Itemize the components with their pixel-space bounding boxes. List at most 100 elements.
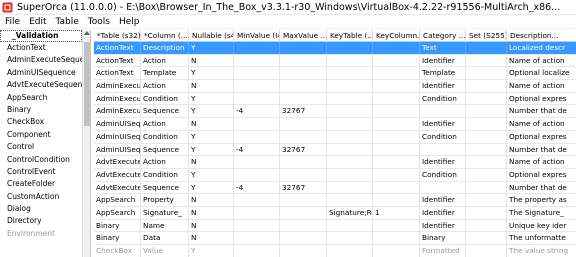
column-header-keycolumn[interactable]: KeyColumn...: [373, 30, 420, 42]
table-cell[interactable]: Y: [189, 92, 234, 105]
table-cell[interactable]: Number that de: [507, 144, 576, 156]
scroll-up-icon[interactable]: [84, 31, 90, 35]
table-cell[interactable]: [280, 54, 327, 67]
table-cell[interactable]: [280, 118, 327, 131]
table-cell[interactable]: Data: [141, 232, 189, 245]
table-cell[interactable]: [280, 206, 327, 219]
table-cell[interactable]: Action: [141, 118, 189, 131]
menu-help[interactable]: Help: [114, 17, 144, 27]
table-cell[interactable]: Condition: [420, 130, 466, 143]
table-cell[interactable]: AdminExecuteS: [94, 80, 141, 93]
table-cell[interactable]: The unformatte: [507, 232, 576, 244]
table-cell[interactable]: Identifier: [420, 194, 466, 207]
table-cell[interactable]: [420, 181, 466, 194]
table-cell[interactable]: Binary: [420, 232, 466, 245]
table-item[interactable]: Control: [0, 141, 82, 153]
column-header-minvalue[interactable]: MinValue (I4): [234, 30, 280, 42]
table-cell[interactable]: AdvtExecuteSe: [94, 181, 141, 194]
table-cell[interactable]: The Signature_: [507, 207, 576, 219]
table-cell[interactable]: Optional localize: [507, 67, 576, 79]
table-cell[interactable]: [466, 194, 507, 207]
table-item[interactable]: Dialog: [0, 203, 82, 215]
table-cell[interactable]: [327, 168, 373, 181]
table-item[interactable]: AdvtExecuteSequence: [0, 79, 82, 91]
table-cell[interactable]: [420, 143, 466, 156]
table-row[interactable]: AdminExecuteSActionN Identifier Name of ac…: [94, 80, 576, 93]
table-cell[interactable]: Formatted: [420, 245, 466, 257]
table-cell[interactable]: [466, 105, 507, 118]
table-cell[interactable]: [373, 245, 420, 257]
table-cell[interactable]: Name: [141, 219, 189, 232]
column-header-table[interactable]: *Table (s32): [94, 30, 141, 42]
table-cell[interactable]: [280, 67, 327, 80]
tables-scrollbar[interactable]: [82, 30, 90, 257]
table-cell[interactable]: Action: [141, 54, 189, 67]
table-row[interactable]: ActionText Description Y Text Localized desc…: [94, 42, 576, 55]
table-cell[interactable]: [280, 130, 327, 143]
table-cell[interactable]: Binary: [94, 232, 141, 245]
table-cell[interactable]: [373, 143, 420, 156]
table-cell[interactable]: [466, 54, 507, 67]
table-cell[interactable]: [327, 80, 373, 93]
table-cell[interactable]: [327, 92, 373, 105]
table-cell[interactable]: Y: [189, 143, 234, 156]
table-cell[interactable]: [373, 54, 420, 67]
table-cell[interactable]: [373, 105, 420, 118]
table-cell[interactable]: [466, 118, 507, 131]
table-item[interactable]: Binary: [0, 104, 82, 116]
table-cell[interactable]: [280, 168, 327, 181]
table-cell[interactable]: Name of action: [507, 80, 576, 92]
table-cell[interactable]: [327, 194, 373, 207]
table-item[interactable]: Component: [0, 129, 82, 141]
table-cell[interactable]: [373, 219, 420, 232]
table-row[interactable]: Binary Name N Identifier Unique key ider: [94, 219, 576, 233]
table-cell[interactable]: [466, 80, 507, 93]
table-cell[interactable]: The property as: [507, 194, 576, 206]
table-cell[interactable]: Y: [189, 105, 234, 118]
table-cell[interactable]: Sequence: [141, 105, 189, 118]
table-cell[interactable]: Y: [189, 130, 234, 143]
table-cell[interactable]: N: [189, 206, 234, 219]
scrollbar-thumb[interactable]: [84, 42, 90, 126]
table-cell[interactable]: 1: [373, 206, 420, 219]
table-cell[interactable]: -4: [234, 105, 280, 118]
table-cell[interactable]: [373, 232, 420, 245]
table-cell[interactable]: Sequence: [141, 181, 189, 194]
table-cell[interactable]: AdminUISequer: [94, 118, 141, 131]
table-item[interactable]: AppSearch: [0, 92, 82, 104]
table-cell[interactable]: Identifier: [420, 206, 466, 219]
column-header-maxvalue[interactable]: MaxValue ...: [280, 30, 327, 42]
table-cell[interactable]: AdvtExecuteSe: [94, 168, 141, 181]
table-row[interactable]: ActionText Template Y Template Optional loca…: [94, 67, 576, 81]
table-cell[interactable]: Condition: [141, 92, 189, 105]
table-cell[interactable]: [234, 156, 280, 169]
table-cell[interactable]: Binary: [94, 219, 141, 232]
table-item[interactable]: Directory: [0, 215, 82, 227]
table-cell[interactable]: [234, 67, 280, 80]
table-cell[interactable]: [234, 80, 280, 93]
table-cell[interactable]: Template: [141, 67, 189, 80]
table-cell[interactable]: Y: [189, 168, 234, 181]
table-row[interactable]: Binary Data N Binary The unformatte: [94, 232, 576, 245]
table-row[interactable]: AdminUISequerSequenceY-432767 Number that…: [94, 143, 576, 157]
table-cell[interactable]: [327, 245, 373, 257]
table-cell[interactable]: [234, 54, 280, 67]
table-row[interactable]: AdminExecuteSConditionYConditionOptional…: [94, 92, 576, 106]
table-cell[interactable]: [280, 92, 327, 105]
table-cell[interactable]: ActionText: [94, 54, 141, 67]
table-cell[interactable]: Identifier: [420, 80, 466, 93]
table-cell[interactable]: [280, 194, 327, 207]
table-cell[interactable]: [327, 181, 373, 194]
table-cell[interactable]: 32767: [280, 181, 327, 194]
menu-tools[interactable]: Tools: [83, 17, 114, 27]
table-item-validation[interactable]: _Validation: [0, 30, 82, 42]
table-cell[interactable]: Action: [141, 80, 189, 93]
table-row[interactable]: ActionText Action N Identifier Name of actio…: [94, 54, 576, 68]
table-cell[interactable]: Y: [189, 245, 234, 257]
table-cell[interactable]: Y: [189, 181, 234, 194]
table-cell[interactable]: Condition: [141, 168, 189, 181]
table-cell[interactable]: Y: [189, 42, 234, 54]
table-cell[interactable]: [466, 168, 507, 181]
table-cell[interactable]: [373, 92, 420, 105]
table-cell[interactable]: Condition: [420, 168, 466, 181]
